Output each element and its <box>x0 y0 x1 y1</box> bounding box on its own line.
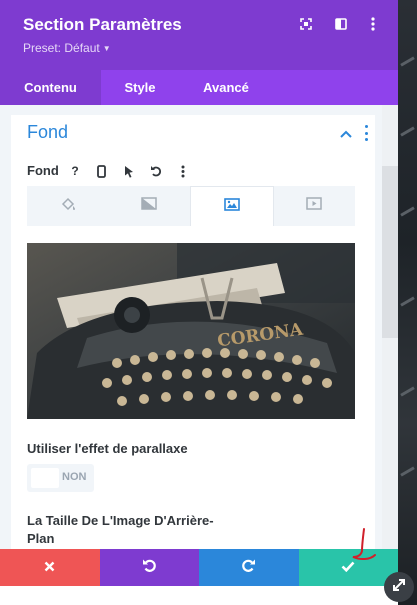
tab-background-image[interactable] <box>190 186 274 226</box>
section-title[interactable]: Fond <box>27 122 68 143</box>
panel-title: Section Paramètres <box>23 15 182 34</box>
tab-background-gradient[interactable] <box>109 186 191 226</box>
tab-contenu[interactable]: Contenu <box>0 70 101 105</box>
discard-button[interactable] <box>0 549 100 586</box>
tab-style[interactable]: Style <box>101 70 179 105</box>
paint-bucket-icon <box>60 197 76 216</box>
caret-down-icon: ▼ <box>102 44 111 53</box>
tab-avance[interactable]: Avancé <box>179 70 273 105</box>
split-view-icon[interactable] <box>333 16 349 32</box>
expand-icon[interactable] <box>298 16 314 32</box>
toggle-knob <box>31 468 59 488</box>
redo-button[interactable] <box>199 549 299 586</box>
undo-button[interactable] <box>99 549 199 586</box>
preset-label: Preset: Défaut <box>23 41 100 55</box>
section-more-icon[interactable] <box>362 125 370 141</box>
fond-field-label: Fond <box>27 163 59 178</box>
undo-icon <box>142 558 157 577</box>
settings-panel: Section Paramètres Preset: Défaut ▼ Conte… <box>0 0 398 586</box>
save-button[interactable] <box>298 549 398 586</box>
tab-background-color[interactable] <box>27 186 109 226</box>
undo-icon[interactable] <box>147 162 165 180</box>
tab-background-video[interactable] <box>274 186 356 226</box>
hand-drawn-marker <box>352 528 376 561</box>
panel-header: Section Paramètres Preset: Défaut ▼ <box>0 0 398 70</box>
help-icon[interactable]: ? <box>66 162 84 180</box>
video-icon <box>306 197 322 215</box>
preset-selector[interactable]: Preset: Défaut ▼ <box>23 41 111 55</box>
close-icon <box>44 559 55 577</box>
background-image-preview[interactable]: CORONA <box>27 243 355 419</box>
gradient-icon <box>141 197 157 215</box>
resize-handle[interactable] <box>384 572 414 602</box>
parallax-toggle[interactable]: NON <box>27 464 94 492</box>
panel-footer <box>0 549 398 586</box>
cursor-icon[interactable] <box>120 162 138 180</box>
background-photo-strip <box>398 0 417 605</box>
mobile-icon[interactable] <box>92 162 110 180</box>
redo-icon <box>241 558 256 577</box>
panel-tabs: Contenu Style Avancé <box>0 70 398 105</box>
chevron-up-icon[interactable] <box>340 125 352 141</box>
toggle-value: NON <box>62 471 87 483</box>
background-type-tabs <box>27 186 355 226</box>
scrollbar-thumb[interactable] <box>382 166 398 338</box>
resize-icon <box>392 578 406 597</box>
background-size-label: La Taille De L'Image D'Arrière-Plan <box>27 513 214 546</box>
more-vert-icon[interactable] <box>174 162 192 180</box>
parallax-label: Utiliser l'effet de parallaxe <box>27 441 188 456</box>
image-icon <box>223 197 240 216</box>
more-vert-icon[interactable] <box>365 16 381 32</box>
